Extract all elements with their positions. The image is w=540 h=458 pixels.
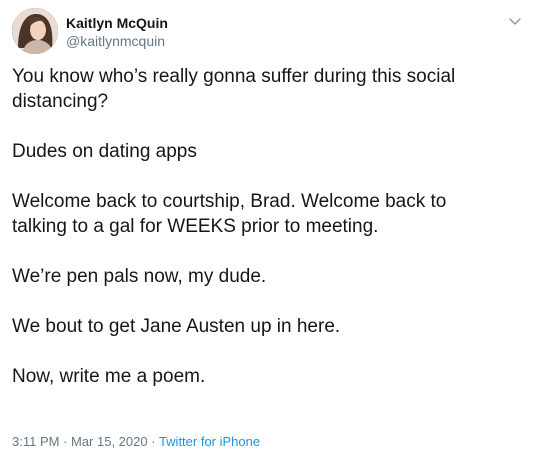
tweet-line: You know who’s really gonna suffer durin… [12, 66, 456, 87]
tweet-line: talking to a gal for WEEKS prior to meet… [12, 216, 379, 237]
avatar[interactable] [12, 8, 58, 54]
tweet-line: We bout to get Jane Austen up in here. [12, 316, 341, 337]
chevron-down-icon[interactable] [508, 14, 522, 28]
author-names: Kaitlyn McQuin @kaitlynmcquin [66, 14, 168, 50]
tweet-meta: 3:11 PM · Mar 15, 2020 · Twitter for iPh… [12, 434, 260, 450]
tweet-line: Now, write me a poem. [12, 366, 206, 387]
tweet-source-link[interactable]: Twitter for iPhone [159, 434, 260, 449]
tweet-text: You know who’s really gonna suffer durin… [12, 64, 512, 389]
avatar-photo-icon [12, 8, 58, 54]
tweet-card: Kaitlyn McQuin @kaitlynmcquin You know w… [0, 0, 540, 458]
tweet-line: distancing? [12, 91, 109, 112]
tweet-header: Kaitlyn McQuin @kaitlynmcquin [12, 8, 528, 56]
tweet-line: Welcome back to courtship, Brad. Welcome… [12, 191, 447, 212]
tweet-line: Dudes on dating apps [12, 141, 197, 162]
author-display-name[interactable]: Kaitlyn McQuin [66, 14, 168, 32]
tweet-timestamp[interactable]: 3:11 PM · Mar 15, 2020 · [12, 434, 159, 449]
tweet-line: We’re pen pals now, my dude. [12, 266, 267, 287]
author-handle[interactable]: @kaitlynmcquin [66, 32, 168, 50]
